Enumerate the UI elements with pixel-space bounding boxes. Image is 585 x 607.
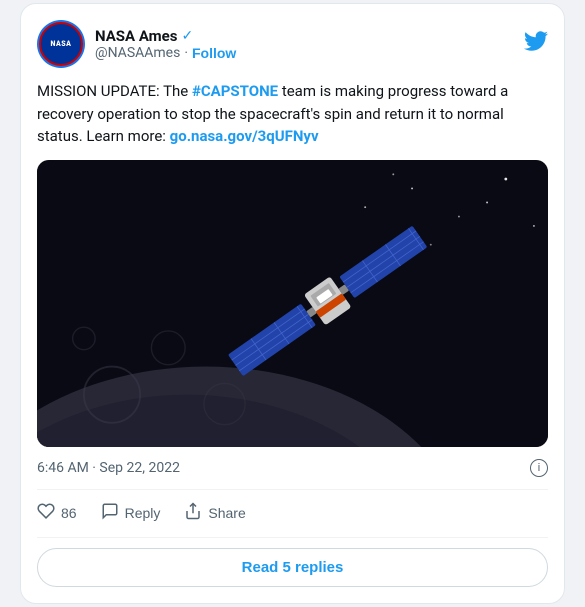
tweet-hashtag[interactable]: #CAPSTONE bbox=[192, 82, 278, 100]
like-count: 86 bbox=[61, 505, 77, 521]
twitter-logo-icon bbox=[524, 29, 548, 59]
follow-separator: · bbox=[184, 45, 188, 61]
user-handle-row: @NASAAmes · Follow bbox=[95, 45, 236, 61]
user-info: NASA Ames ✓ @NASAAmes · Follow bbox=[95, 27, 236, 61]
follow-button[interactable]: Follow bbox=[192, 45, 236, 61]
reply-label: Reply bbox=[125, 505, 161, 521]
nasa-logo-icon bbox=[39, 22, 83, 66]
info-icon[interactable]: i bbox=[530, 459, 548, 477]
reply-icon bbox=[101, 502, 119, 525]
reply-button[interactable]: Reply bbox=[101, 502, 161, 525]
tweet-image bbox=[37, 160, 548, 447]
tweet-prefix: MISSION UPDATE: The bbox=[37, 82, 192, 100]
verified-badge-icon: ✓ bbox=[181, 28, 193, 44]
tweet-header: NASA Ames ✓ @NASAAmes · Follow bbox=[37, 20, 548, 68]
spacecraft-illustration bbox=[37, 160, 548, 447]
tweet-actions: 86 Reply Share bbox=[37, 502, 548, 538]
user-handle: @NASAAmes bbox=[95, 45, 180, 61]
share-label: Share bbox=[208, 505, 245, 521]
tweet-text: MISSION UPDATE: The #CAPSTONE team is ma… bbox=[37, 80, 548, 148]
share-icon bbox=[184, 502, 202, 525]
like-icon bbox=[37, 502, 55, 525]
user-name: NASA Ames bbox=[95, 27, 177, 45]
tweet-card: NASA Ames ✓ @NASAAmes · Follow MISSION U… bbox=[20, 3, 565, 604]
avatar[interactable] bbox=[37, 20, 85, 68]
user-name-row: NASA Ames ✓ bbox=[95, 27, 236, 45]
read-replies-button[interactable]: Read 5 replies bbox=[37, 548, 548, 587]
tweet-header-left: NASA Ames ✓ @NASAAmes · Follow bbox=[37, 20, 236, 68]
tweet-link[interactable]: go.nasa.gov/3qUFNyv bbox=[170, 127, 319, 145]
share-button[interactable]: Share bbox=[184, 502, 245, 525]
like-button[interactable]: 86 bbox=[37, 502, 77, 525]
tweet-timestamp: 6:46 AM · Sep 22, 2022 bbox=[37, 460, 180, 476]
tweet-meta: 6:46 AM · Sep 22, 2022 i bbox=[37, 459, 548, 490]
